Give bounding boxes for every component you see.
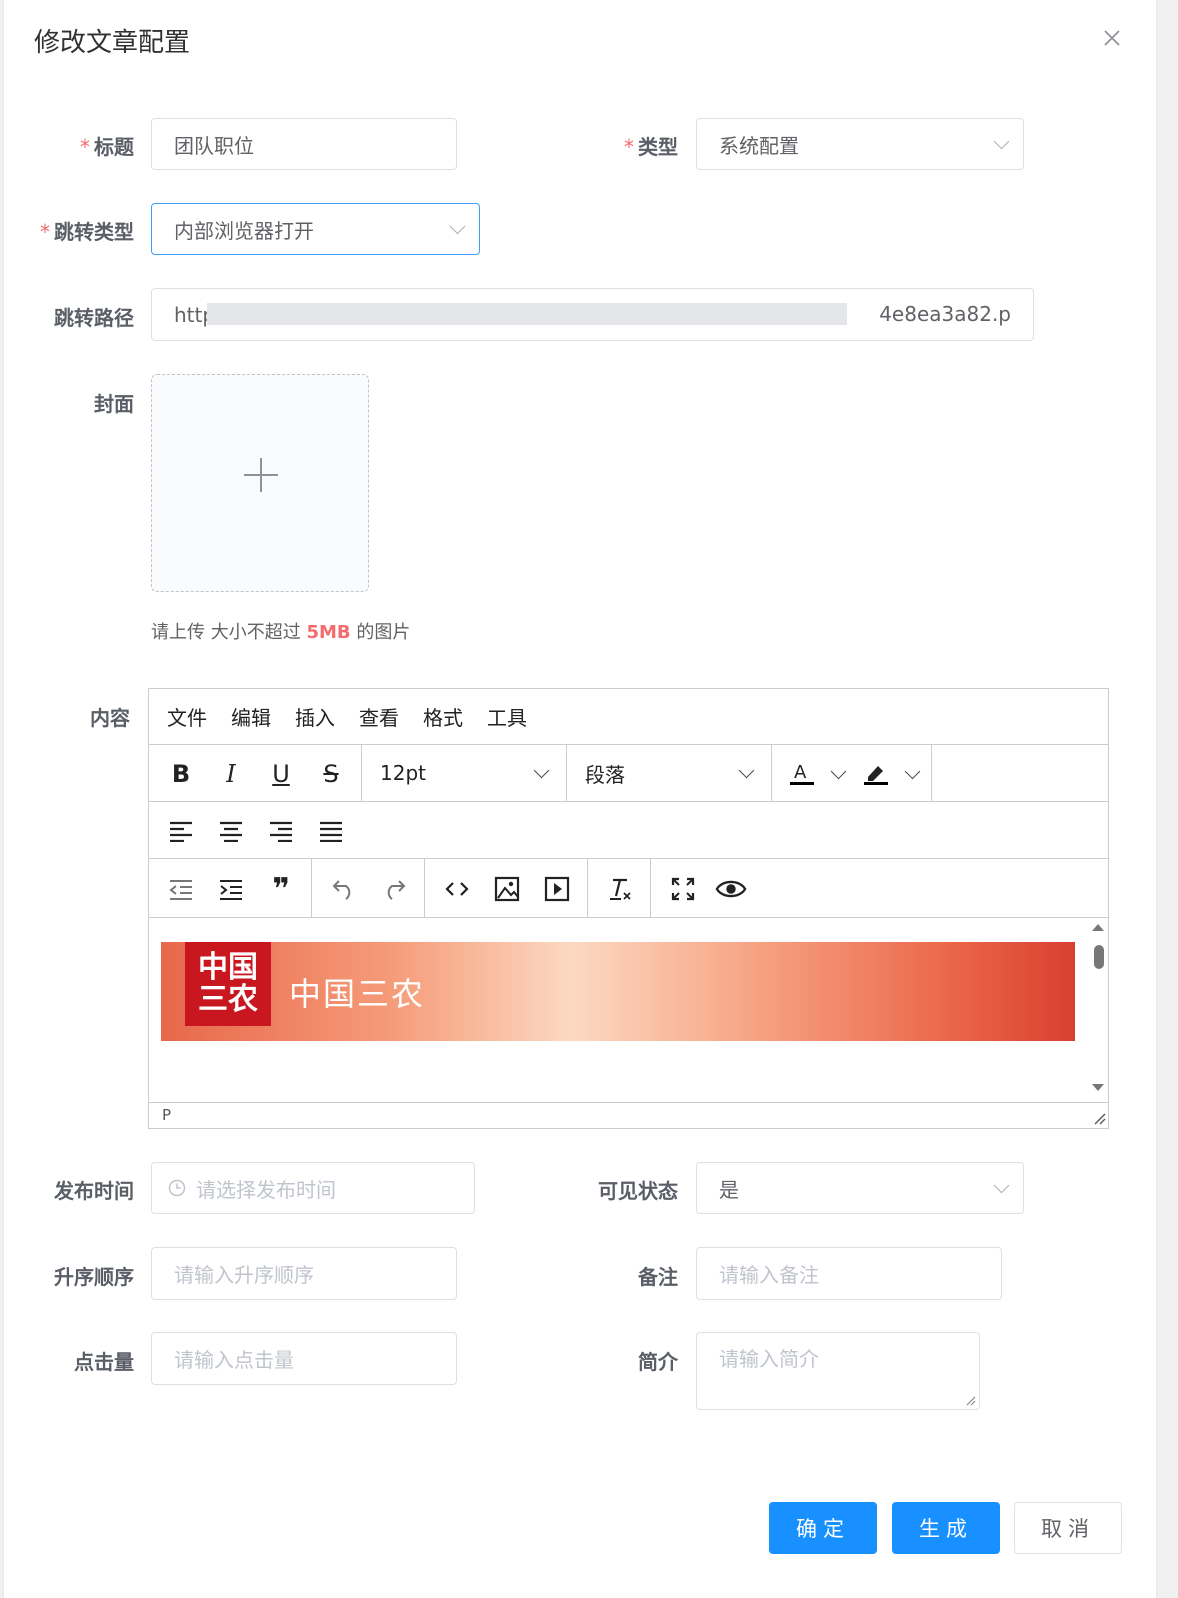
cover-upload[interactable] [151, 374, 369, 592]
editor-toolbar-row-2 [149, 802, 1108, 859]
align-left-icon[interactable] [165, 815, 197, 847]
redacted-mask [207, 303, 847, 325]
align-right-icon[interactable] [265, 815, 297, 847]
intro-label: 简介 [638, 1350, 678, 1374]
jump-path-input[interactable]: http 4e8ea3a82.p [151, 288, 1034, 341]
visible-label: 可见状态 [598, 1179, 678, 1203]
undo-icon[interactable] [328, 873, 360, 905]
menu-tools[interactable]: 工具 [487, 702, 527, 731]
type-label: * 类型 [624, 135, 678, 159]
menu-file[interactable]: 文件 [167, 702, 207, 731]
visible-select[interactable]: 是 [696, 1162, 1024, 1214]
text-color-chevron-icon[interactable] [822, 758, 854, 790]
jump-type-label: * 跳转类型 [40, 220, 134, 244]
publish-time-label: 发布时间 [54, 1179, 134, 1203]
edit-article-dialog: 修改文章配置 * 标题 团队职位 * 类型 系统配置 * 跳转类型 内部浏览器打开 跳… [3, 0, 1157, 1598]
clicks-input[interactable]: 请输入点击量 [151, 1332, 457, 1385]
element-path: P [162, 1106, 172, 1124]
strikethrough-icon[interactable]: S [315, 758, 347, 790]
menu-edit[interactable]: 编辑 [231, 702, 271, 731]
editor-content[interactable]: 中国三农 中国三农 [149, 918, 1108, 1102]
remark-label: 备注 [638, 1265, 678, 1289]
upload-tip: 请上传 大小不超过 5MB 的图片 [151, 622, 411, 643]
text-color-icon[interactable]: A [786, 758, 818, 790]
block-format-select[interactable]: 段落 [567, 745, 772, 801]
title-label: * 标题 [80, 135, 134, 159]
cover-label: 封面 [94, 392, 134, 416]
menu-format[interactable]: 格式 [423, 702, 463, 731]
jump-type-select[interactable]: 内部浏览器打开 [151, 203, 480, 255]
image-icon[interactable] [491, 873, 523, 905]
italic-icon[interactable]: I [215, 758, 247, 790]
editor-toolbar-row-1: B I U S 12pt 段落 A [149, 745, 1108, 802]
blockquote-icon[interactable]: ❞ [265, 872, 297, 907]
intro-textarea[interactable]: 请输入简介 [696, 1332, 980, 1410]
highlight-color-icon[interactable] [860, 758, 892, 790]
resize-handle-icon[interactable] [1094, 1113, 1106, 1125]
bold-icon[interactable]: B [165, 758, 197, 790]
content-banner-image: 中国三农 中国三农 [161, 942, 1075, 1041]
order-label: 升序顺序 [54, 1265, 134, 1289]
publish-time-picker[interactable]: 请选择发布时间 [151, 1162, 475, 1214]
close-icon[interactable] [1102, 28, 1122, 48]
font-size-select[interactable]: 12pt [362, 745, 567, 801]
align-center-icon[interactable] [215, 815, 247, 847]
jump-path-label: 跳转路径 [54, 306, 134, 330]
title-input[interactable]: 团队职位 [151, 118, 457, 170]
clear-format-icon[interactable] [604, 873, 636, 905]
order-input[interactable]: 请输入升序顺序 [151, 1247, 457, 1300]
cancel-button[interactable]: 取消 [1014, 1502, 1122, 1554]
menu-view[interactable]: 查看 [359, 702, 399, 731]
outdent-icon[interactable] [165, 873, 197, 905]
redo-icon[interactable] [378, 873, 410, 905]
preview-eye-icon[interactable] [715, 873, 747, 905]
editor-toolbar-row-3: ❞ [149, 859, 1108, 918]
confirm-button[interactable]: 确定 [769, 1502, 877, 1554]
editor-scrollbar[interactable] [1088, 918, 1108, 1102]
menu-insert[interactable]: 插入 [295, 702, 335, 731]
fullscreen-icon[interactable] [667, 873, 699, 905]
clock-icon [168, 1179, 186, 1197]
code-icon[interactable] [441, 873, 473, 905]
indent-icon[interactable] [215, 873, 247, 905]
resize-handle-icon[interactable] [966, 1396, 976, 1406]
remark-input[interactable]: 请输入备注 [696, 1247, 1002, 1300]
dialog-title: 修改文章配置 [34, 28, 191, 58]
clicks-label: 点击量 [74, 1350, 134, 1374]
underline-icon[interactable]: U [265, 758, 297, 790]
highlight-chevron-icon[interactable] [896, 758, 928, 790]
content-label: 内容 [90, 706, 130, 730]
align-justify-icon[interactable] [315, 815, 347, 847]
video-icon[interactable] [541, 873, 573, 905]
banner-title: 中国三农 [289, 975, 426, 1013]
type-select[interactable]: 系统配置 [696, 118, 1024, 170]
banner-logo: 中国三农 [185, 942, 271, 1026]
svg-text:A: A [794, 762, 807, 783]
generate-button[interactable]: 生成 [892, 1502, 1000, 1554]
editor-statusbar: P [149, 1102, 1108, 1128]
rich-text-editor: 文件 编辑 插入 查看 格式 工具 B I U S 12pt 段落 A ❞ 中国… [148, 688, 1109, 1129]
editor-menubar: 文件 编辑 插入 查看 格式 工具 [149, 689, 1108, 745]
